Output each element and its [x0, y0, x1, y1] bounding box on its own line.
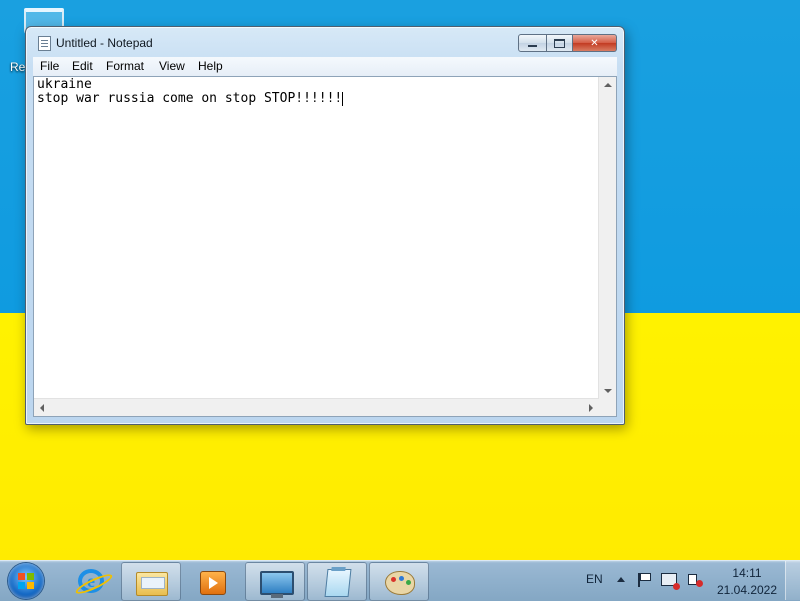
menu-view[interactable]: View: [159, 59, 185, 73]
notepad-window: Untitled - Notepad ✕ File Edit Format Vi…: [25, 26, 625, 425]
show-hidden-icons-icon[interactable]: [617, 577, 625, 582]
windows-explorer-icon: [136, 572, 168, 596]
minimize-button[interactable]: [518, 34, 547, 52]
clock-date[interactable]: 21.04.2022: [712, 583, 782, 597]
maximize-button[interactable]: [547, 34, 573, 52]
text-line-1: ukraine: [37, 77, 92, 92]
taskbar-notepad[interactable]: [307, 562, 367, 601]
menu-help[interactable]: Help: [198, 59, 223, 73]
windows-logo-icon: [18, 573, 34, 589]
text-editor[interactable]: ukraine stop war russia come on stop STO…: [33, 76, 617, 417]
menu-bar: File Edit Format View Help: [33, 57, 617, 76]
window-title: Untitled - Notepad: [56, 36, 153, 50]
scroll-left-icon[interactable]: [40, 404, 44, 412]
notepad-app-icon[interactable]: [38, 36, 51, 51]
paint-icon: [385, 571, 415, 595]
caption-buttons: ✕: [518, 34, 617, 52]
action-center-flag-icon[interactable]: [638, 573, 652, 587]
taskbar-windows-explorer[interactable]: [121, 562, 181, 601]
scroll-right-icon[interactable]: [589, 404, 593, 412]
remote-desktop-icon: [260, 571, 294, 598]
taskbar-remote-desktop[interactable]: [245, 562, 305, 601]
taskbar-paint[interactable]: [369, 562, 429, 601]
close-icon: ✕: [590, 37, 599, 49]
language-indicator[interactable]: EN: [586, 572, 603, 586]
scrollbar-corner: [599, 399, 616, 416]
taskbar-internet-explorer[interactable]: e: [62, 562, 120, 599]
taskbar: e EN 14:11 21.04.2022: [0, 560, 800, 601]
show-desktop-button[interactable]: [785, 561, 800, 600]
start-button[interactable]: [8, 563, 44, 599]
scroll-up-icon[interactable]: [604, 83, 612, 87]
text-content[interactable]: ukraine stop war russia come on stop STO…: [37, 78, 596, 396]
notepad-icon: [324, 569, 352, 597]
horizontal-scrollbar[interactable]: [34, 398, 599, 416]
window-titlebar[interactable]: Untitled - Notepad ✕: [26, 27, 624, 57]
menu-edit[interactable]: Edit: [72, 59, 93, 73]
maximize-icon: [554, 38, 565, 48]
network-icon[interactable]: [661, 573, 680, 590]
close-button[interactable]: ✕: [573, 34, 617, 52]
clock-time[interactable]: 14:11: [724, 566, 770, 580]
menu-format[interactable]: Format: [106, 59, 144, 73]
minimize-icon: [528, 45, 537, 47]
windows-media-player-icon: [200, 571, 226, 595]
scroll-down-icon[interactable]: [604, 389, 612, 393]
recycle-bin-label: Re: [10, 60, 26, 74]
text-line-2: stop war russia come on stop STOP!!!!!!: [37, 91, 343, 106]
internet-explorer-icon: e: [78, 569, 104, 593]
taskbar-media-player[interactable]: [183, 562, 241, 599]
text-caret: [342, 92, 344, 106]
menu-file[interactable]: File: [40, 59, 59, 73]
vertical-scrollbar[interactable]: [598, 77, 616, 399]
volume-muted-icon[interactable]: [688, 574, 703, 587]
